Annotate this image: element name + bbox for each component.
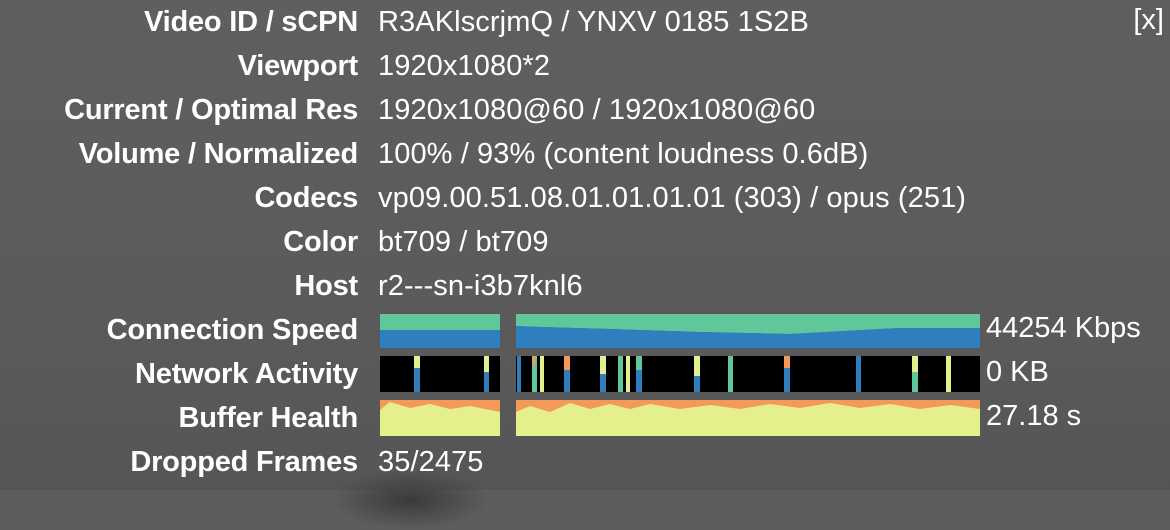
row-resolution: Current / Optimal Res 1920x1080@60 / 192… bbox=[0, 88, 1170, 132]
row-value: 1920x1080*2 bbox=[378, 49, 551, 82]
buffer-health-value: 27.18 s bbox=[986, 400, 1082, 432]
row-viewport: Viewport 1920x1080*2 bbox=[0, 44, 1170, 88]
buffer-health-sparkline bbox=[380, 400, 980, 436]
row-color: Color bt709 / bt709 bbox=[0, 220, 1170, 264]
row-value: R3AKlscrjmQ / YNXV 0185 1S2B bbox=[378, 5, 810, 38]
row-value: bt709 / bt709 bbox=[378, 225, 549, 258]
network-activity-value: 0 KB bbox=[986, 356, 1049, 388]
row-video-id: Video ID / sCPN R3AKlscrjmQ / YNXV 0185 … bbox=[0, 0, 1170, 44]
row-host: Host r2---sn-i3b7knl6 bbox=[0, 264, 1170, 308]
row-codecs: Codecs vp09.00.51.08.01.01.01.01 (303) /… bbox=[0, 176, 1170, 220]
row-label: Viewport bbox=[237, 49, 359, 82]
row-volume: Volume / Normalized 100% / 93% (content … bbox=[0, 132, 1170, 176]
row-dropped-frames: Dropped Frames 35/2475 bbox=[0, 440, 1170, 484]
row-label: Network Activity bbox=[135, 357, 358, 390]
row-label: Codecs bbox=[254, 181, 358, 214]
buffer-health-graph bbox=[380, 400, 980, 436]
connection-speed-graph bbox=[380, 312, 980, 348]
row-value: 1920x1080@60 / 1920x1080@60 bbox=[378, 93, 816, 126]
row-value: vp09.00.51.08.01.01.01.01 (303) / opus (… bbox=[378, 181, 967, 214]
row-label: Video ID / sCPN bbox=[143, 5, 358, 38]
row-value: r2---sn-i3b7knl6 bbox=[378, 269, 583, 302]
network-activity-graph bbox=[380, 356, 980, 392]
row-label: Dropped Frames bbox=[130, 445, 358, 478]
network-activity-sparkline bbox=[380, 356, 980, 392]
stats-for-nerds-panel: [x] Video ID / sCPN R3AKlscrjmQ / YNXV 0… bbox=[0, 0, 1170, 530]
row-label: Volume / Normalized bbox=[78, 137, 358, 170]
row-value: 100% / 93% (content loudness 0.6dB) bbox=[378, 137, 869, 170]
connection-speed-sparkline bbox=[380, 314, 980, 348]
row-label: Host bbox=[294, 269, 358, 302]
row-label: Current / Optimal Res bbox=[64, 93, 358, 126]
row-label: Color bbox=[283, 225, 358, 258]
row-value: 35/2475 bbox=[378, 445, 484, 478]
row-label: Connection Speed bbox=[106, 313, 359, 346]
row-label: Buffer Health bbox=[178, 401, 359, 434]
connection-speed-value: 44254 Kbps bbox=[986, 312, 1141, 344]
